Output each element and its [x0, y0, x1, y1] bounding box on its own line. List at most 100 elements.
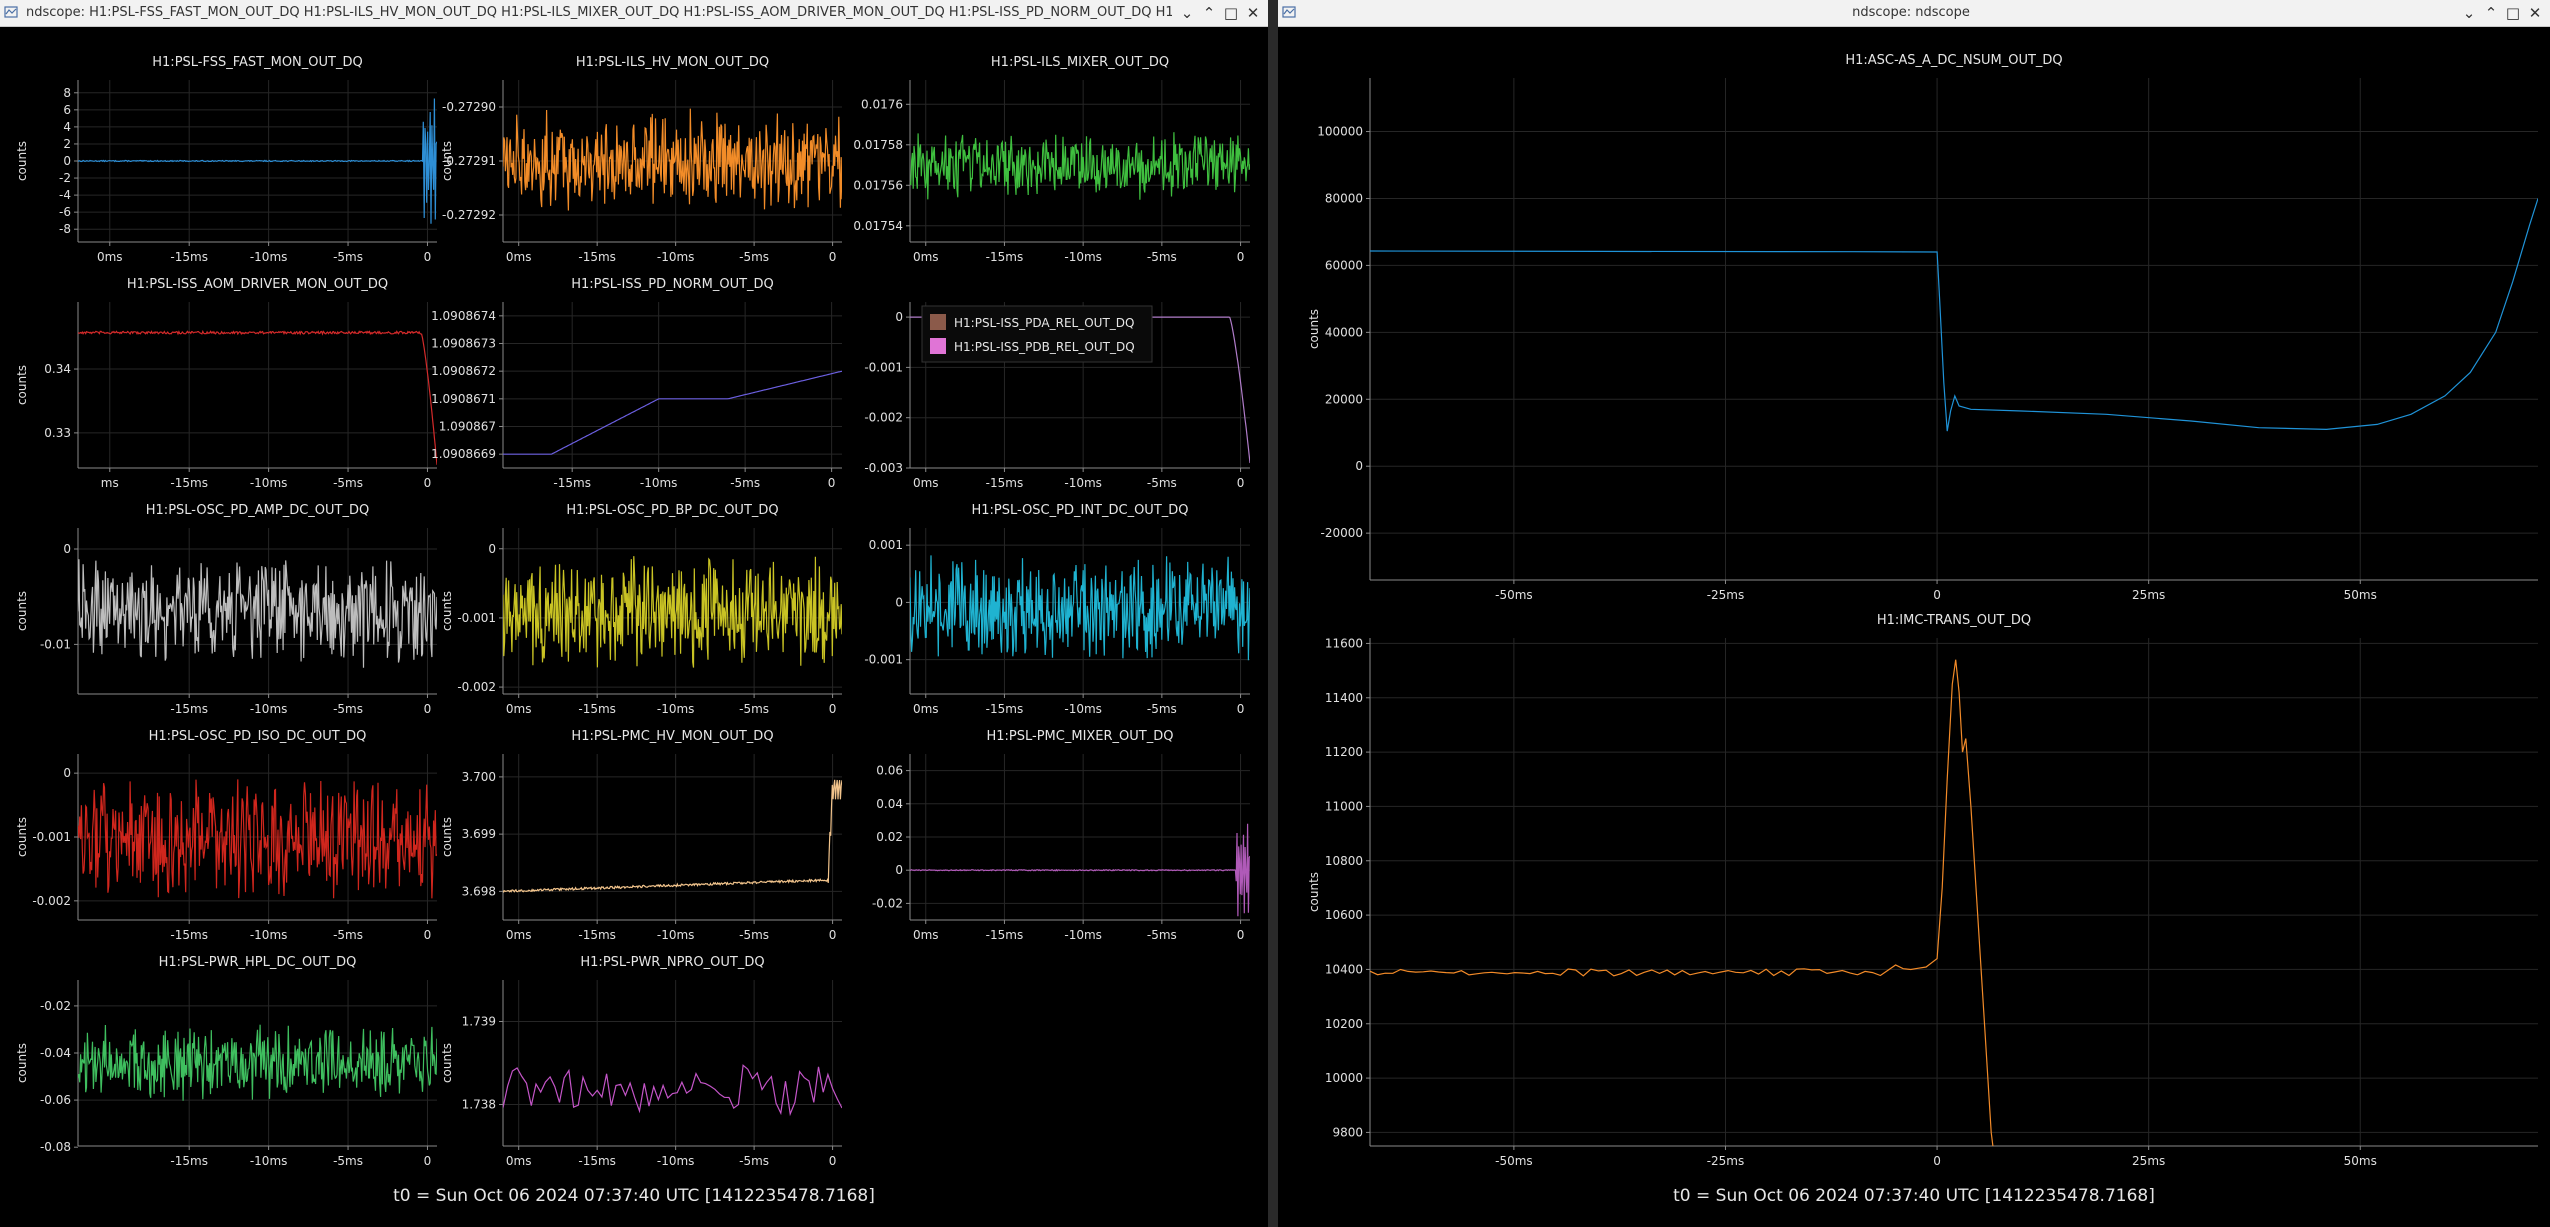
series-line: [78, 779, 437, 899]
y-tick-label: 0: [63, 766, 71, 780]
plot-panel[interactable]: H1:PSL-PMC_MIXER_OUT_DQ 0.06 0.04 0.02 0 -0.0…: [872, 729, 1250, 942]
restore-icon[interactable]: ⌃: [1198, 3, 1220, 23]
minimize-icon[interactable]: ⌄: [2458, 3, 2480, 23]
plot-panel[interactable]: 0 -0.001 -0.002 -0.003 0ms -15ms -10ms -5ms 0 H1:…: [864, 302, 1250, 490]
plot-panel[interactable]: H1:PSL-PWR_NPRO_OUT_DQ 1.739 1.738 0ms -15ms…: [440, 955, 842, 1168]
y-tick-label: 11200: [1325, 745, 1363, 759]
x-tick-label: 0: [424, 1154, 432, 1168]
y-tick-label: 0.33: [44, 426, 71, 440]
plot-panel[interactable]: H1:PSL-PMC_HV_MON_OUT_DQ 3.700 3.699 3.698 0…: [440, 729, 842, 942]
x-tick-label: 0: [1237, 702, 1245, 716]
plot-panel[interactable]: H1:ASC-AS_A_DC_NSUM_OUT_DQ 100000 80000 600…: [1307, 53, 2538, 602]
x-tick-label: -25ms: [1707, 1154, 1745, 1168]
plot-panel[interactable]: H1:PSL-OSC_PD_INT_DC_OUT_DQ 0.001 0 -0.001 0…: [864, 503, 1250, 716]
y-tick-label: 0: [63, 154, 71, 168]
series-line: [910, 132, 1250, 200]
y-axis-label: counts: [15, 1043, 29, 1083]
y-tick-label: 0.02: [876, 830, 903, 844]
y-tick-label: -0.04: [40, 1046, 71, 1060]
series-line: [503, 108, 842, 211]
y-tick-label: -0.27290: [442, 100, 496, 114]
y-axis-label: counts: [1307, 309, 1321, 349]
y-tick-label: -0.003: [864, 461, 903, 475]
y-tick-label: 8: [63, 86, 71, 100]
y-axis-label: counts: [440, 817, 454, 857]
series-line: [78, 559, 437, 668]
x-tick-label: -5ms: [333, 476, 363, 490]
series-line: [910, 555, 1250, 661]
window-divider: [1268, 0, 1278, 1227]
plot-panel[interactable]: H1:PSL-OSC_PD_ISO_DC_OUT_DQ 0 -0.001 -0.002…: [15, 729, 437, 942]
x-tick-label: 0ms: [506, 250, 532, 264]
y-tick-label: 3.700: [462, 770, 496, 784]
y-tick-label: 9800: [1332, 1125, 1363, 1139]
plot-title: H1:PSL-OSC_PD_BP_DC_OUT_DQ: [566, 503, 778, 518]
restore-icon[interactable]: ⌃: [2480, 3, 2502, 23]
x-tick-label: -15ms: [578, 928, 616, 942]
plot-panel[interactable]: H1:PSL-OSC_PD_AMP_DC_OUT_DQ 0 -0.01 -15ms -1…: [15, 503, 437, 716]
series-line: [503, 370, 842, 455]
x-tick-label: -10ms: [1064, 250, 1102, 264]
y-tick-label: 0: [63, 542, 71, 556]
plot-title: H1:PSL-OSC_PD_ISO_DC_OUT_DQ: [149, 729, 367, 744]
plot-legend[interactable]: H1:PSL-ISS_PDA_REL_OUT_DQ H1:PSL-ISS_PDB_…: [921, 305, 1153, 363]
titlebar-left[interactable]: ndscope: H1:PSL-FSS_FAST_MON_OUT_DQ H1:P…: [0, 0, 1268, 27]
plot-panel[interactable]: H1:PSL-ISS_PD_NORM_OUT_DQ 1.0908674 1.0908…: [431, 277, 842, 490]
plot-panel[interactable]: H1:IMC-TRANS_OUT_DQ 11600 11400 11200 11000 1…: [1307, 613, 2538, 1168]
legend-swatch: [930, 314, 946, 330]
x-tick-label: ms: [101, 476, 119, 490]
close-icon[interactable]: ✕: [1242, 3, 1264, 23]
x-tick-label: -10ms: [250, 928, 288, 942]
titlebar-right[interactable]: ndscope: ndscope ⌄ ⌃ □ ✕: [1278, 0, 2550, 27]
plot-panel[interactable]: H1:PSL-OSC_PD_BP_DC_OUT_DQ 0 -0.001 -0.002 0…: [440, 503, 842, 716]
legend-swatch: [930, 338, 946, 354]
y-axis-label: counts: [15, 817, 29, 857]
minimize-icon[interactable]: ⌄: [1176, 3, 1198, 23]
y-tick-label: 11000: [1325, 799, 1363, 813]
plot-title: H1:ASC-AS_A_DC_NSUM_OUT_DQ: [1845, 53, 2062, 68]
y-tick-label: 0.01754: [853, 219, 903, 233]
y-tick-label: -0.001: [457, 611, 496, 625]
plot-panel[interactable]: H1:PSL-ILS_HV_MON_OUT_DQ-0.27290-0.27291…: [440, 55, 842, 264]
y-tick-label: 0.34: [44, 362, 71, 376]
x-tick-label: -15ms: [578, 250, 616, 264]
x-tick-label: -10ms: [657, 1154, 695, 1168]
y-tick-label: -20000: [1320, 526, 1363, 540]
x-tick-label: 50ms: [2344, 588, 2377, 602]
y-tick-label: 20000: [1325, 392, 1363, 406]
maximize-icon[interactable]: □: [2502, 3, 2524, 23]
y-tick-label: 0.06: [876, 764, 903, 778]
series-line: [910, 823, 1250, 917]
plot-grid-right[interactable]: H1:ASC-AS_A_DC_NSUM_OUT_DQ10000080000600…: [1278, 26, 2550, 1171]
y-tick-label: 4: [63, 120, 71, 134]
plot-panel[interactable]: H1:PSL-FSS_FAST_MON_OUT_DQ 8 6 4 2 0 -2 -4 -6 -8 0…: [15, 55, 437, 264]
x-tick-label: -50ms: [1495, 1154, 1533, 1168]
x-tick-label: 0: [828, 476, 836, 490]
y-tick-label: -0.02: [40, 999, 71, 1013]
close-icon[interactable]: ✕: [2524, 3, 2546, 23]
maximize-icon[interactable]: □: [1220, 3, 1242, 23]
plot-panel[interactable]: H1:PSL-ISS_AOM_DRIVER_MON_OUT_DQ 0.34 0.33…: [15, 277, 437, 490]
plot-title: H1:IMC-TRANS_OUT_DQ: [1877, 613, 2031, 628]
plot-grid-left[interactable]: H1:PSL-FSS_FAST_MON_OUT_DQ 8 6 4 2 0 -2 -4 -6 -8 0…: [0, 26, 1268, 1171]
x-tick-label: 0: [1933, 588, 1941, 602]
plot-panel[interactable]: H1:PSL-PWR_HPL_DC_OUT_DQ -0.02 -0.04 -0.06 -…: [15, 955, 437, 1168]
x-tick-label: -5ms: [333, 702, 363, 716]
y-tick-label: 0: [1355, 459, 1363, 473]
y-axis-label: counts: [15, 591, 29, 631]
x-tick-label: -10ms: [250, 1154, 288, 1168]
x-tick-label: 0ms: [913, 476, 939, 490]
plot-title: H1:PSL-OSC_PD_AMP_DC_OUT_DQ: [146, 503, 369, 518]
window-title-right: ndscope: ndscope: [1852, 5, 1970, 20]
y-tick-label: 80000: [1325, 191, 1363, 205]
plot-panel[interactable]: H1:PSL-ILS_MIXER_OUT_DQ 0.0176 0.01758 0.01…: [853, 55, 1250, 264]
y-tick-label: 1.0908672: [431, 364, 496, 378]
x-tick-label: -15ms: [170, 250, 208, 264]
x-tick-label: -5ms: [739, 702, 769, 716]
x-tick-label: -10ms: [250, 476, 288, 490]
ndscope-window-right: ndscope: ndscope ⌄ ⌃ □ ✕ H1:ASC-AS_A_DC_…: [1278, 0, 2550, 1227]
ndscope-app-icon: [1282, 6, 1296, 18]
y-tick-label: 1.0908673: [431, 337, 496, 351]
y-tick-label: -0.01: [40, 637, 71, 651]
x-tick-label: -50ms: [1495, 588, 1533, 602]
